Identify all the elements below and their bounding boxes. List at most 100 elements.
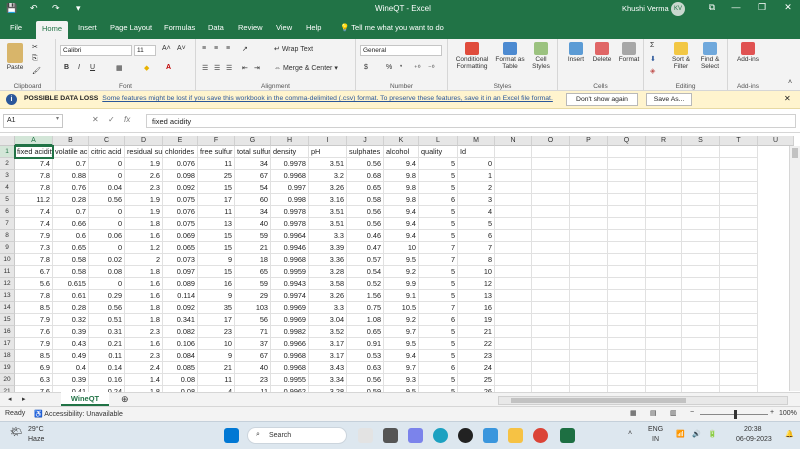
data-cell[interactable]: 0 [89, 242, 125, 254]
weather-icon[interactable]: 🌤 [10, 427, 23, 438]
row-header[interactable]: 14 [0, 302, 15, 314]
data-cell[interactable]: 0.04 [89, 182, 125, 194]
data-cell[interactable]: 0.39 [53, 374, 89, 386]
data-cell[interactable]: 1.56 [347, 290, 384, 302]
data-cell[interactable]: 5 [419, 278, 458, 290]
data-cell[interactable]: 0.9978 [271, 158, 309, 170]
data-cell[interactable] [570, 278, 608, 290]
data-cell[interactable]: 3.51 [309, 158, 347, 170]
data-cell[interactable]: 0.114 [163, 290, 198, 302]
align-left-icon[interactable]: ☰ [202, 64, 208, 72]
tab-data[interactable]: Data [208, 23, 224, 32]
column-header[interactable]: K [384, 136, 419, 146]
data-cell[interactable] [532, 158, 570, 170]
data-cell[interactable] [532, 218, 570, 230]
data-cell[interactable]: 5 [458, 218, 495, 230]
header-cell[interactable] [720, 146, 758, 158]
data-cell[interactable]: 3.51 [309, 206, 347, 218]
data-cell[interactable]: 16 [198, 278, 235, 290]
data-cell[interactable]: 7.8 [15, 290, 53, 302]
data-cell[interactable] [646, 314, 682, 326]
bold-button[interactable]: B [64, 64, 69, 71]
data-cell[interactable]: 0.91 [347, 338, 384, 350]
data-cell[interactable] [570, 242, 608, 254]
user-name[interactable]: Khushi Verma [622, 4, 669, 13]
chrome-icon[interactable] [533, 428, 548, 443]
data-cell[interactable]: 1.9 [125, 206, 163, 218]
row-header[interactable]: 10 [0, 254, 15, 266]
column-header[interactable]: A [15, 136, 53, 146]
zoom-in-icon[interactable]: + [770, 409, 774, 416]
data-cell[interactable] [495, 182, 532, 194]
clear-icon[interactable]: ◈ [650, 67, 655, 75]
align-bottom-icon[interactable]: ≡ [226, 45, 230, 52]
data-cell[interactable]: 9.7 [384, 326, 419, 338]
column-header[interactable]: F [198, 136, 235, 146]
data-cell[interactable]: 2.3 [125, 182, 163, 194]
data-cell[interactable]: 0.9968 [271, 362, 309, 374]
clock-date[interactable]: 06-09-2023 [736, 436, 772, 443]
data-cell[interactable] [532, 290, 570, 302]
data-cell[interactable]: 7.9 [15, 314, 53, 326]
fill-color-icon[interactable]: ◆ [144, 64, 149, 72]
sheet-tab-wineqt[interactable]: WineQT [61, 392, 109, 406]
data-cell[interactable] [532, 206, 570, 218]
data-cell[interactable]: 7.9 [15, 338, 53, 350]
data-cell[interactable]: 67 [235, 350, 271, 362]
orientation-icon[interactable]: ↗ [242, 45, 248, 53]
data-cell[interactable]: 3.2 [309, 170, 347, 182]
data-cell[interactable] [720, 170, 758, 182]
data-cell[interactable]: 7.4 [15, 206, 53, 218]
data-cell[interactable] [495, 302, 532, 314]
data-cell[interactable]: 3.26 [309, 182, 347, 194]
data-cell[interactable]: 0.31 [89, 326, 125, 338]
data-cell[interactable]: 5 [419, 218, 458, 230]
data-cell[interactable]: 0.097 [163, 266, 198, 278]
row-header[interactable]: 7 [0, 218, 15, 230]
data-cell[interactable]: 0.092 [163, 302, 198, 314]
data-cell[interactable]: 5 [419, 326, 458, 338]
data-cell[interactable] [682, 230, 720, 242]
header-cell[interactable] [682, 146, 720, 158]
data-cell[interactable]: 19 [458, 314, 495, 326]
data-cell[interactable]: 0.43 [53, 338, 89, 350]
addins-button[interactable]: Add-ins [732, 42, 764, 63]
header-cell[interactable] [495, 146, 532, 158]
data-cell[interactable] [720, 206, 758, 218]
data-cell[interactable]: 15 [198, 182, 235, 194]
close-infobar-icon[interactable]: ✕ [784, 94, 791, 103]
header-cell[interactable]: quality [419, 146, 458, 158]
data-cell[interactable] [570, 158, 608, 170]
data-cell[interactable]: 3.43 [309, 362, 347, 374]
data-cell[interactable] [532, 278, 570, 290]
horizontal-scrollbar[interactable] [498, 396, 788, 405]
data-cell[interactable]: 17 [198, 194, 235, 206]
column-header[interactable]: J [347, 136, 384, 146]
data-cell[interactable]: 35 [198, 302, 235, 314]
prev-sheet-icon[interactable]: ◂ [8, 395, 12, 403]
data-cell[interactable]: 0.63 [347, 362, 384, 374]
data-cell[interactable] [646, 242, 682, 254]
format-painter-icon[interactable]: 🖌 [32, 67, 41, 75]
data-cell[interactable]: 0.66 [53, 218, 89, 230]
row-header[interactable]: 11 [0, 266, 15, 278]
data-cell[interactable]: 24 [458, 362, 495, 374]
redo-icon[interactable]: ↷ [52, 3, 60, 14]
column-header[interactable]: E [163, 136, 198, 146]
task-view-icon[interactable] [383, 428, 398, 443]
header-cell[interactable]: chlorides [163, 146, 198, 158]
data-cell[interactable] [646, 194, 682, 206]
data-cell[interactable]: 23 [235, 374, 271, 386]
row-header[interactable]: 6 [0, 206, 15, 218]
data-cell[interactable]: 12 [458, 278, 495, 290]
data-cell[interactable]: 9.4 [384, 230, 419, 242]
row-header[interactable]: 16 [0, 326, 15, 338]
row-header[interactable]: 3 [0, 170, 15, 182]
data-cell[interactable] [646, 230, 682, 242]
save-as-button[interactable]: Save As... [646, 93, 692, 106]
data-cell[interactable]: 0.9946 [271, 242, 309, 254]
align-middle-icon[interactable]: ≡ [214, 45, 218, 52]
data-cell[interactable]: 0.47 [347, 242, 384, 254]
data-cell[interactable]: 7 [458, 242, 495, 254]
decrease-font-icon[interactable]: A˅ [177, 45, 186, 52]
